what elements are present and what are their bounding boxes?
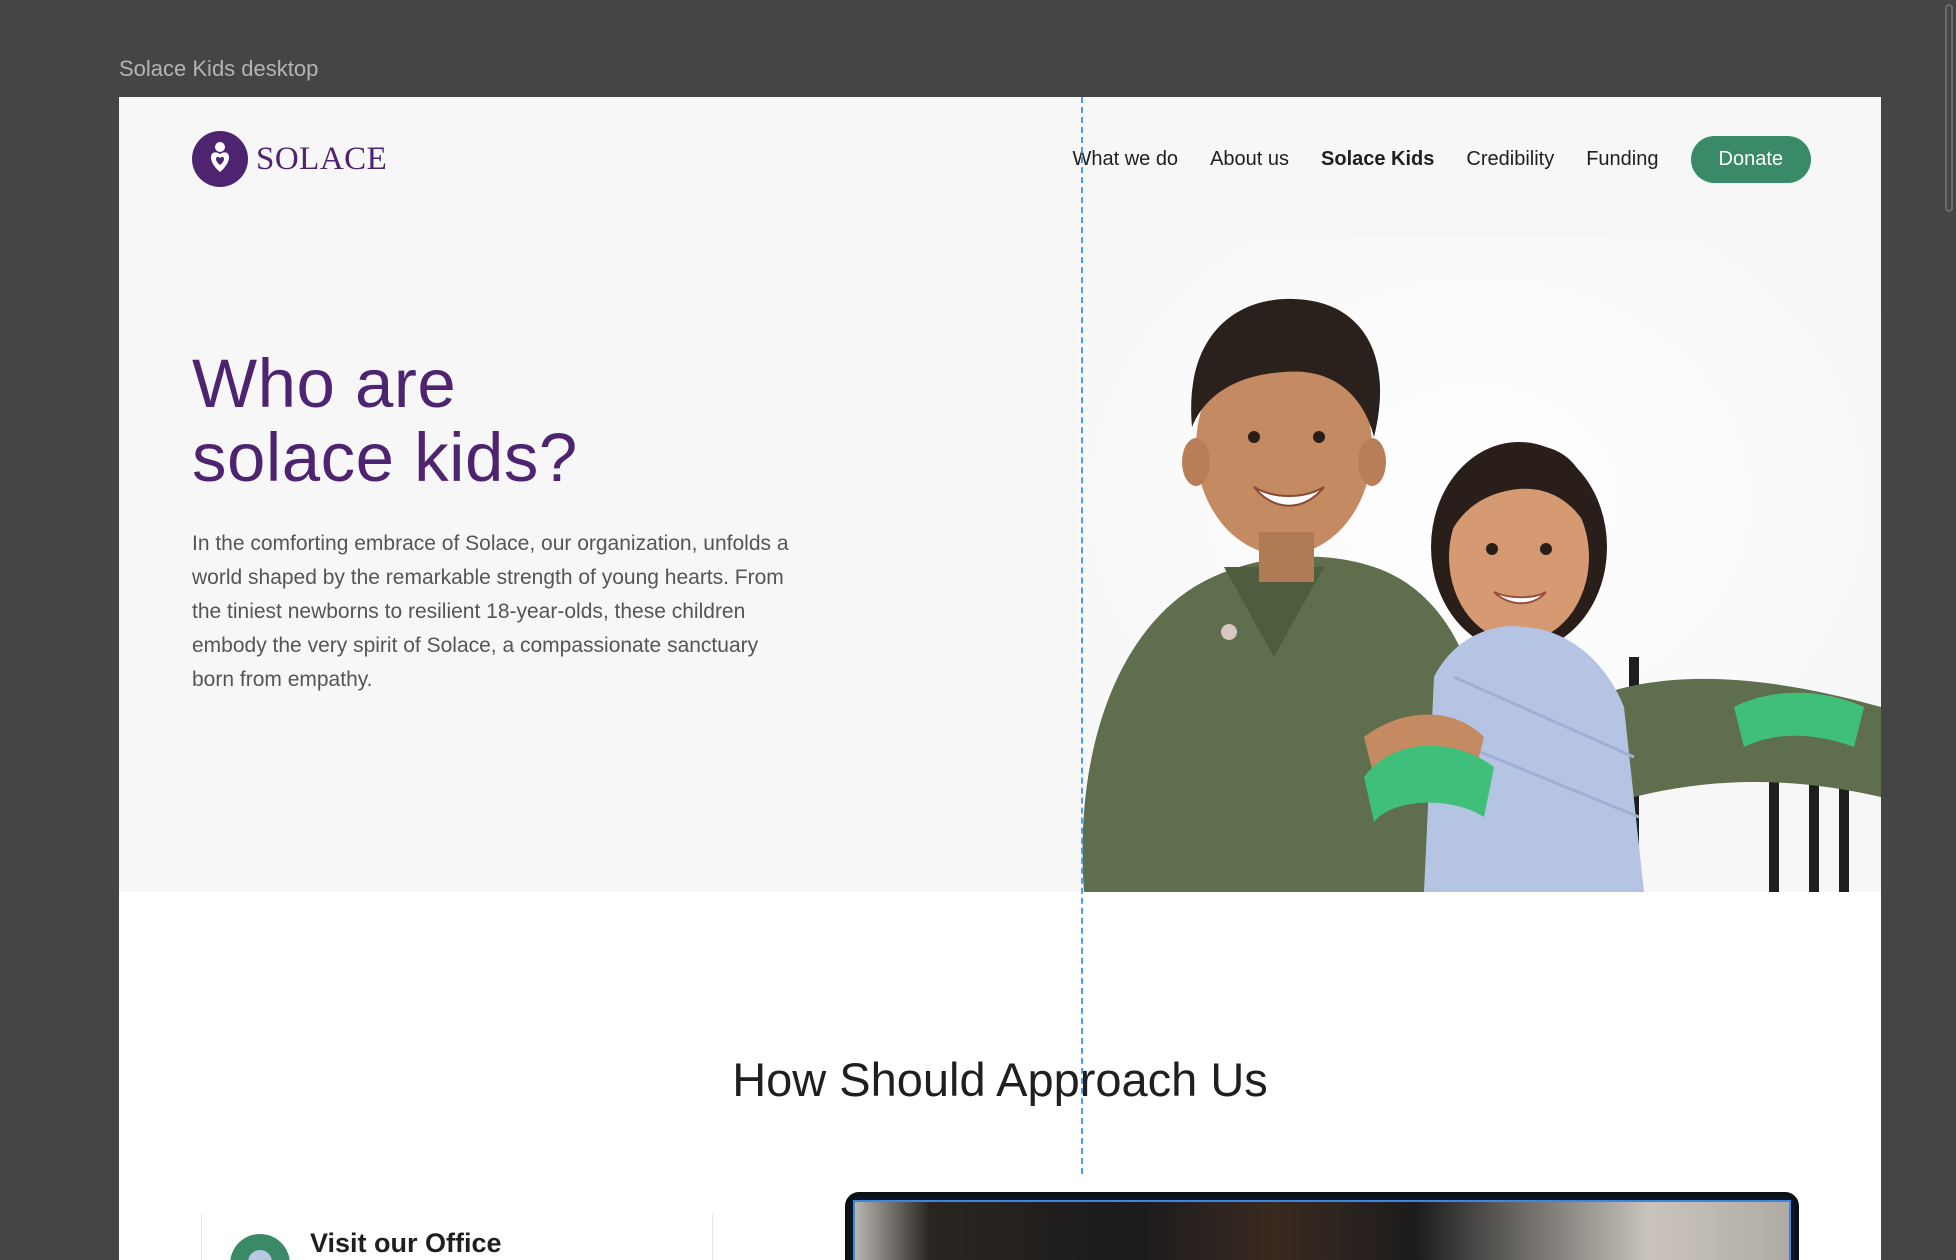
scrollbar-thumb[interactable]	[1945, 4, 1953, 212]
nav-item-what-we-do[interactable]: What we do	[1072, 148, 1178, 171]
hero-title-line-1: Who are	[192, 345, 457, 422]
logo-text: SOLACE	[256, 140, 388, 177]
page: SOLACE What we do About us Solace Kids C…	[119, 97, 1881, 1260]
hero-title: Who are solace kids?	[192, 347, 578, 495]
visit-office-title: Visit our Office	[310, 1228, 502, 1258]
nav-item-about-us[interactable]: About us	[1210, 148, 1289, 171]
nav-item-solace-kids[interactable]: Solace Kids	[1321, 148, 1434, 171]
window-scrollbar[interactable]	[1942, 0, 1956, 1260]
section-title-approach: How Should Approach Us	[732, 1053, 1268, 1106]
logo-mark-icon	[192, 131, 248, 187]
location-icon	[230, 1234, 290, 1260]
visit-office-card[interactable]: Visit our Office	[201, 1214, 713, 1260]
nav-item-funding[interactable]: Funding	[1586, 148, 1658, 171]
donate-button[interactable]: Donate	[1690, 135, 1811, 183]
video-thumbnail	[853, 1200, 1791, 1260]
hero-children-photo	[1074, 237, 1881, 892]
hero-section: SOLACE What we do About us Solace Kids C…	[119, 97, 1881, 892]
main-nav: What we do About us Solace Kids Credibil…	[1072, 135, 1811, 183]
hero-description: In the comforting embrace of Solace, our…	[192, 532, 789, 691]
logo[interactable]: SOLACE	[192, 131, 387, 187]
video-preview[interactable]	[845, 1192, 1799, 1260]
nav-item-credibility[interactable]: Credibility	[1466, 148, 1554, 171]
hero-title-line-2: solace kids?	[192, 419, 578, 496]
frame-label: Solace Kids desktop	[119, 56, 319, 81]
design-guide-line	[1081, 97, 1083, 1174]
